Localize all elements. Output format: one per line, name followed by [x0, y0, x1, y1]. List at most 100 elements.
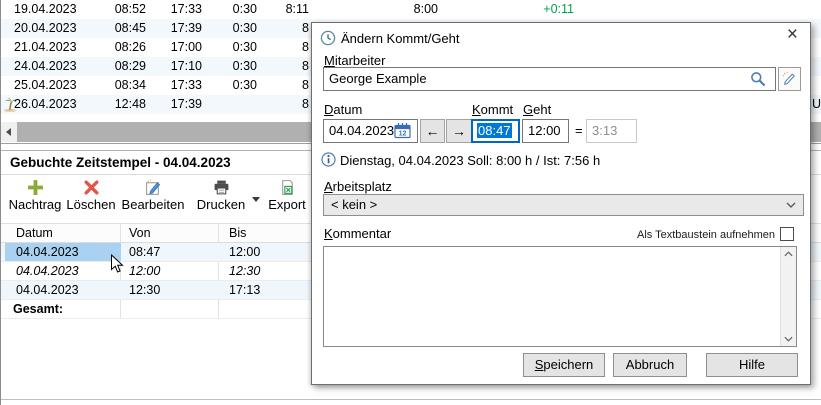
cell-von: 08:45	[96, 19, 146, 38]
vertical-scrollbar[interactable]	[780, 247, 796, 346]
info-icon	[321, 152, 336, 167]
textbaustein-label: Als Textbaustein aufnehmen	[637, 229, 775, 241]
cell-datum: 04.04.2023	[16, 281, 116, 300]
cell-bis: 17:39	[152, 19, 202, 38]
cell-bis: 17:13	[229, 281, 304, 300]
cell-bis: 17:10	[152, 57, 202, 76]
cell-date: 19.04.2023	[14, 0, 84, 19]
toolbar-label: Löschen	[56, 198, 126, 212]
chevron-down-icon[interactable]	[784, 336, 793, 342]
footer-label: Gesamt:	[13, 300, 113, 319]
arbeitsplatz-select[interactable]: < kein >	[323, 194, 804, 216]
cell-ist: 8	[259, 57, 309, 76]
calendar-icon[interactable]: 12	[394, 122, 411, 139]
dialog-title: Ändern Kommt/Geht	[341, 31, 460, 46]
svg-text:12: 12	[399, 130, 407, 137]
cell-pause: 0:30	[207, 0, 257, 19]
cell-von: 12:00	[129, 262, 204, 281]
edit-pencil-icon	[782, 71, 797, 86]
mouse-cursor-icon	[110, 254, 124, 274]
kommentar-label: Kommentar	[324, 226, 391, 241]
aendern-kommt-geht-dialog: Ändern Kommt/Geht × Mitarbeiter George E…	[311, 22, 811, 385]
selected-option: < kein >	[331, 197, 377, 212]
geht-input[interactable]: 12:00	[522, 119, 569, 143]
cell-bis: 17:00	[152, 38, 202, 57]
clock-icon	[320, 30, 336, 46]
selected-text: 08:47	[477, 123, 512, 138]
day-info-text: Dienstag, 04.04.2023 Soll: 8:00 h / Ist:…	[340, 153, 600, 168]
left-arrow-icon: ←	[426, 123, 440, 139]
cell-von: 08:47	[129, 243, 204, 262]
cell-ist: 8	[259, 19, 309, 38]
cell-pause: 0:30	[207, 76, 257, 95]
cell-ist: 8:11	[259, 0, 309, 19]
cell-bis: 17:39	[152, 95, 202, 114]
geht-label: Geht	[523, 102, 551, 117]
cell-datum: 04.04.2023	[16, 262, 116, 281]
cell-bis: 17:33	[152, 76, 202, 95]
chevron-down-icon	[786, 202, 796, 208]
cell-bis: 12:30	[229, 262, 304, 281]
equals-sign: =	[575, 123, 583, 138]
window-bottom-border	[0, 399, 821, 400]
cell-von: 12:48	[96, 95, 146, 114]
magnifier-icon[interactable]	[750, 71, 766, 87]
textbaustein-checkbox[interactable]	[780, 227, 794, 241]
scroll-left-arrow-icon	[6, 128, 11, 136]
delete-x-icon	[83, 179, 100, 196]
panel-title: Gebuchte Zeitstempel - 04.04.2023	[10, 155, 231, 170]
cell-ist: 8	[259, 76, 309, 95]
arbeitsplatz-label: Arbeitsplatz	[324, 179, 392, 194]
cell-von: 12:30	[129, 281, 204, 300]
prev-day-button[interactable]: ←	[420, 119, 445, 143]
cell-soll: 8:00	[388, 0, 438, 19]
plus-icon	[27, 179, 44, 196]
toolbar-label: Bearbeiten	[118, 198, 188, 212]
mitarbeiter-label: Mitarbeiter	[324, 53, 385, 68]
cell-ist: 8	[259, 95, 309, 114]
cell-ist: 8	[259, 38, 309, 57]
cell-bis: 17:33	[152, 0, 202, 19]
dauer-output: 3:13	[586, 119, 637, 143]
window-left-border	[0, 0, 1, 405]
cell-date: 25.04.2023	[14, 76, 84, 95]
mitarbeiter-input[interactable]: George Example	[323, 67, 776, 91]
mitarbeiter-edit-button[interactable]	[778, 67, 801, 91]
cell-saldo: +0:11	[514, 0, 574, 19]
app-window: 19.04.2023 08:52 17:33 0:30 8:11 8:00 +0…	[0, 0, 821, 405]
next-day-button[interactable]: →	[446, 119, 472, 143]
close-icon[interactable]: ×	[787, 25, 798, 44]
right-arrow-icon: →	[452, 123, 466, 139]
cell-von: 08:26	[96, 38, 146, 57]
printer-icon	[213, 179, 230, 196]
column-header-von[interactable]: Von	[129, 224, 204, 243]
bearbeiten-button[interactable]: Bearbeiten	[118, 179, 188, 219]
cell-von: 08:34	[96, 76, 146, 95]
datum-label: Datum	[324, 102, 362, 117]
column-header-datum[interactable]: Datum	[16, 224, 116, 243]
column-header-bis[interactable]: Bis	[229, 224, 304, 243]
excel-export-icon	[279, 179, 296, 196]
loeschen-button[interactable]: Löschen	[56, 179, 126, 219]
cell-date: 21.04.2023	[14, 38, 84, 57]
scroll-left-button[interactable]	[1, 122, 17, 142]
abbruch-button[interactable]: Abbruch	[613, 353, 687, 377]
cell-pause: 0:30	[207, 38, 257, 57]
toolbar-label: Drucken	[186, 198, 256, 212]
speichern-button[interactable]: Speichern	[523, 353, 605, 377]
kommt-label: Kommt	[472, 102, 513, 117]
hilfe-button[interactable]: Hilfe	[706, 353, 798, 377]
cell-pause: 0:30	[207, 19, 257, 38]
cell-pause: 0:30	[207, 57, 257, 76]
edit-note-icon	[145, 179, 162, 196]
cell-von: 08:52	[96, 0, 146, 19]
table-row[interactable]: 19.04.2023 08:52 17:33 0:30 8:11 8:00 +0…	[1, 0, 821, 19]
cell-clipped-text: U	[812, 95, 821, 114]
chevron-up-icon[interactable]	[784, 251, 793, 257]
cell-von: 08:29	[96, 57, 146, 76]
kommt-input[interactable]: 08:47	[471, 119, 520, 143]
cell-date: 24.04.2023	[14, 57, 84, 76]
drucken-button[interactable]: Drucken	[186, 179, 256, 219]
cell-date: 26.04.2023	[14, 95, 84, 114]
kommentar-textarea[interactable]	[323, 246, 797, 347]
